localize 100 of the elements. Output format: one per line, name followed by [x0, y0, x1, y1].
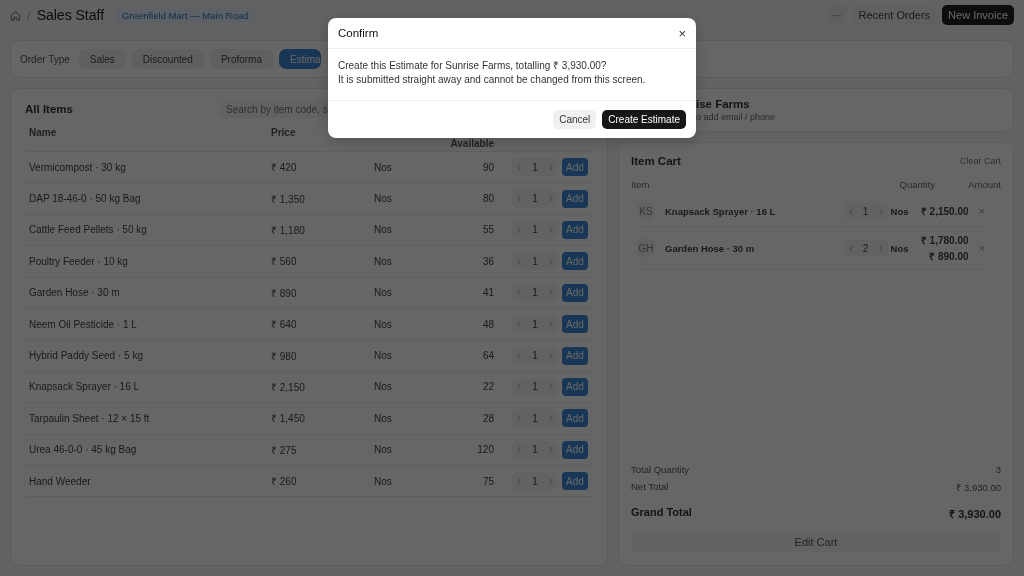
add-button[interactable]: Add — [562, 377, 588, 396]
quantity-stepper[interactable]: 1 — [843, 202, 888, 220]
item-price: ₹ 2,150 — [271, 380, 306, 394]
line-amount: ₹ 2,150.00 — [920, 205, 969, 218]
item-uom: Nos — [890, 242, 910, 254]
order-type-label: Order Type — [20, 53, 70, 65]
quantity-stepper[interactable]: 1 — [512, 158, 558, 177]
item-name: Hand Weeder — [29, 475, 92, 487]
total-label: Net Total — [631, 481, 669, 494]
item-price: ₹ 560 — [271, 255, 298, 269]
create-estimate-button[interactable]: Create Estimate — [602, 110, 686, 129]
item-name: Poultry Feeder · 10 kg — [29, 255, 129, 267]
add-button[interactable]: Add — [562, 189, 588, 208]
column-header: Name — [29, 127, 58, 138]
total-value: 3 — [995, 464, 1001, 475]
quantity-value: 1 — [862, 205, 869, 217]
quantity-value: 1 — [532, 161, 538, 173]
item-uom: Nos — [374, 224, 393, 236]
stock-available: 75 — [481, 475, 494, 487]
add-button[interactable]: Add — [562, 315, 588, 334]
edit-cart-button[interactable]: Edit Cart — [631, 531, 1001, 553]
close-button[interactable]: × — [678, 25, 686, 41]
dialog-message: Create this Estimate for Sunrise Farms, totalling ₹ 3,930.00? — [338, 59, 608, 73]
quantity-stepper[interactable]: 1 — [512, 409, 558, 428]
cart-item-name: Garden Hose · 30 m — [665, 242, 756, 254]
stock-available: 41 — [481, 287, 494, 299]
quantity-value: 1 — [532, 412, 538, 424]
stock-available: 22 — [481, 381, 494, 393]
remove-button[interactable]: × — [978, 242, 985, 254]
item-name: Neem Oil Pesticide · 1 L — [29, 318, 138, 330]
quantity-stepper[interactable]: 1 — [512, 440, 558, 459]
quantity-value: 1 — [532, 287, 538, 299]
item-name: Urea 46-0-0 · 45 kg Bag — [29, 444, 138, 456]
stock-available: 48 — [481, 318, 494, 330]
stock-available: 28 — [481, 412, 494, 424]
item-name: Hybrid Paddy Seed · 5 kg — [29, 350, 144, 362]
quantity-stepper[interactable]: 1 — [512, 472, 558, 491]
order-type-tab[interactable]: Sales — [78, 49, 126, 69]
quantity-stepper[interactable]: 1 — [512, 220, 558, 239]
item-uom: Nos — [374, 318, 393, 330]
order-type-tab[interactable]: Estima — [279, 49, 321, 69]
quantity-value: 2 — [862, 242, 869, 254]
add-button[interactable]: Add — [562, 346, 588, 365]
dialog-title: Confirm — [338, 27, 379, 39]
total-label: Grand Total — [631, 506, 692, 520]
item-uom: Nos — [890, 205, 910, 217]
add-button[interactable]: Add — [562, 220, 588, 239]
quantity-value: 1 — [532, 193, 538, 205]
item-uom: Nos — [374, 287, 393, 299]
quantity-stepper[interactable]: 1 — [512, 283, 558, 302]
order-type-tab[interactable]: Proforma — [209, 49, 273, 69]
item-uom: Nos — [374, 444, 393, 456]
item-uom: Nos — [374, 161, 393, 173]
item-price: ₹ 275 — [271, 443, 298, 457]
stock-available: 80 — [481, 193, 494, 205]
item-name: Tarpaulin Sheet · 12 × 15 ft — [29, 412, 151, 424]
cancel-button[interactable]: Cancel — [553, 110, 597, 129]
item-price: ₹ 1,450 — [271, 412, 306, 426]
quantity-stepper[interactable]: 1 — [512, 346, 558, 365]
stock-available: 90 — [481, 161, 494, 173]
item-price: ₹ 890 — [271, 286, 298, 300]
quantity-value: 1 — [532, 381, 538, 393]
quantity-stepper[interactable]: 2 — [843, 239, 888, 257]
new-invoice-button[interactable]: New Invoice — [942, 5, 1014, 25]
quantity-stepper[interactable]: 1 — [512, 377, 558, 396]
dialog-message: It is submitted straight away and cannot be changed from this screen. — [338, 73, 647, 87]
item-name: Garden Hose · 30 m — [29, 287, 121, 299]
stock-available: 64 — [481, 350, 494, 362]
item-price: ₹ 1,180 — [271, 223, 306, 237]
quantity-value: 1 — [532, 255, 538, 267]
item-uom: Nos — [374, 412, 393, 424]
item-name: Cattle Feed Pellets · 50 kg — [29, 224, 148, 236]
remove-button[interactable]: × — [978, 205, 985, 217]
add-button[interactable]: Add — [562, 283, 588, 302]
column-header: Available — [449, 137, 494, 149]
quantity-value: 1 — [532, 350, 538, 362]
item-price: ₹ 1,350 — [271, 192, 306, 206]
item-uom: Nos — [374, 381, 393, 393]
order-type-tab[interactable]: Discounted — [131, 49, 204, 69]
quantity-value: 1 — [532, 444, 538, 456]
total-label: Total Quantity — [631, 464, 690, 475]
item-uom: Nos — [374, 193, 393, 205]
item-price: ₹ 640 — [271, 318, 298, 332]
add-button[interactable]: Add — [562, 440, 588, 459]
item-price: ₹ 260 — [271, 475, 298, 489]
quantity-stepper[interactable]: 1 — [512, 252, 558, 271]
quantity-value: 1 — [532, 475, 538, 487]
add-button[interactable]: Add — [562, 158, 588, 177]
breadcrumb-separator: / — [27, 7, 31, 23]
add-button[interactable]: Add — [562, 252, 588, 271]
quantity-stepper[interactable]: 1 — [512, 189, 558, 208]
cart-item-name: Knapsack Sprayer · 16 L — [665, 205, 777, 217]
line-amount: ₹ 890.00 — [929, 250, 969, 263]
add-button[interactable]: Add — [562, 472, 588, 491]
add-button[interactable]: Add — [562, 409, 588, 428]
quantity-stepper[interactable]: 1 — [512, 315, 558, 334]
column-header: Item — [631, 179, 651, 190]
total-value: ₹ 3,930.00 — [956, 481, 1001, 494]
column-header: Price — [271, 127, 297, 138]
stock-available: 55 — [481, 224, 494, 236]
